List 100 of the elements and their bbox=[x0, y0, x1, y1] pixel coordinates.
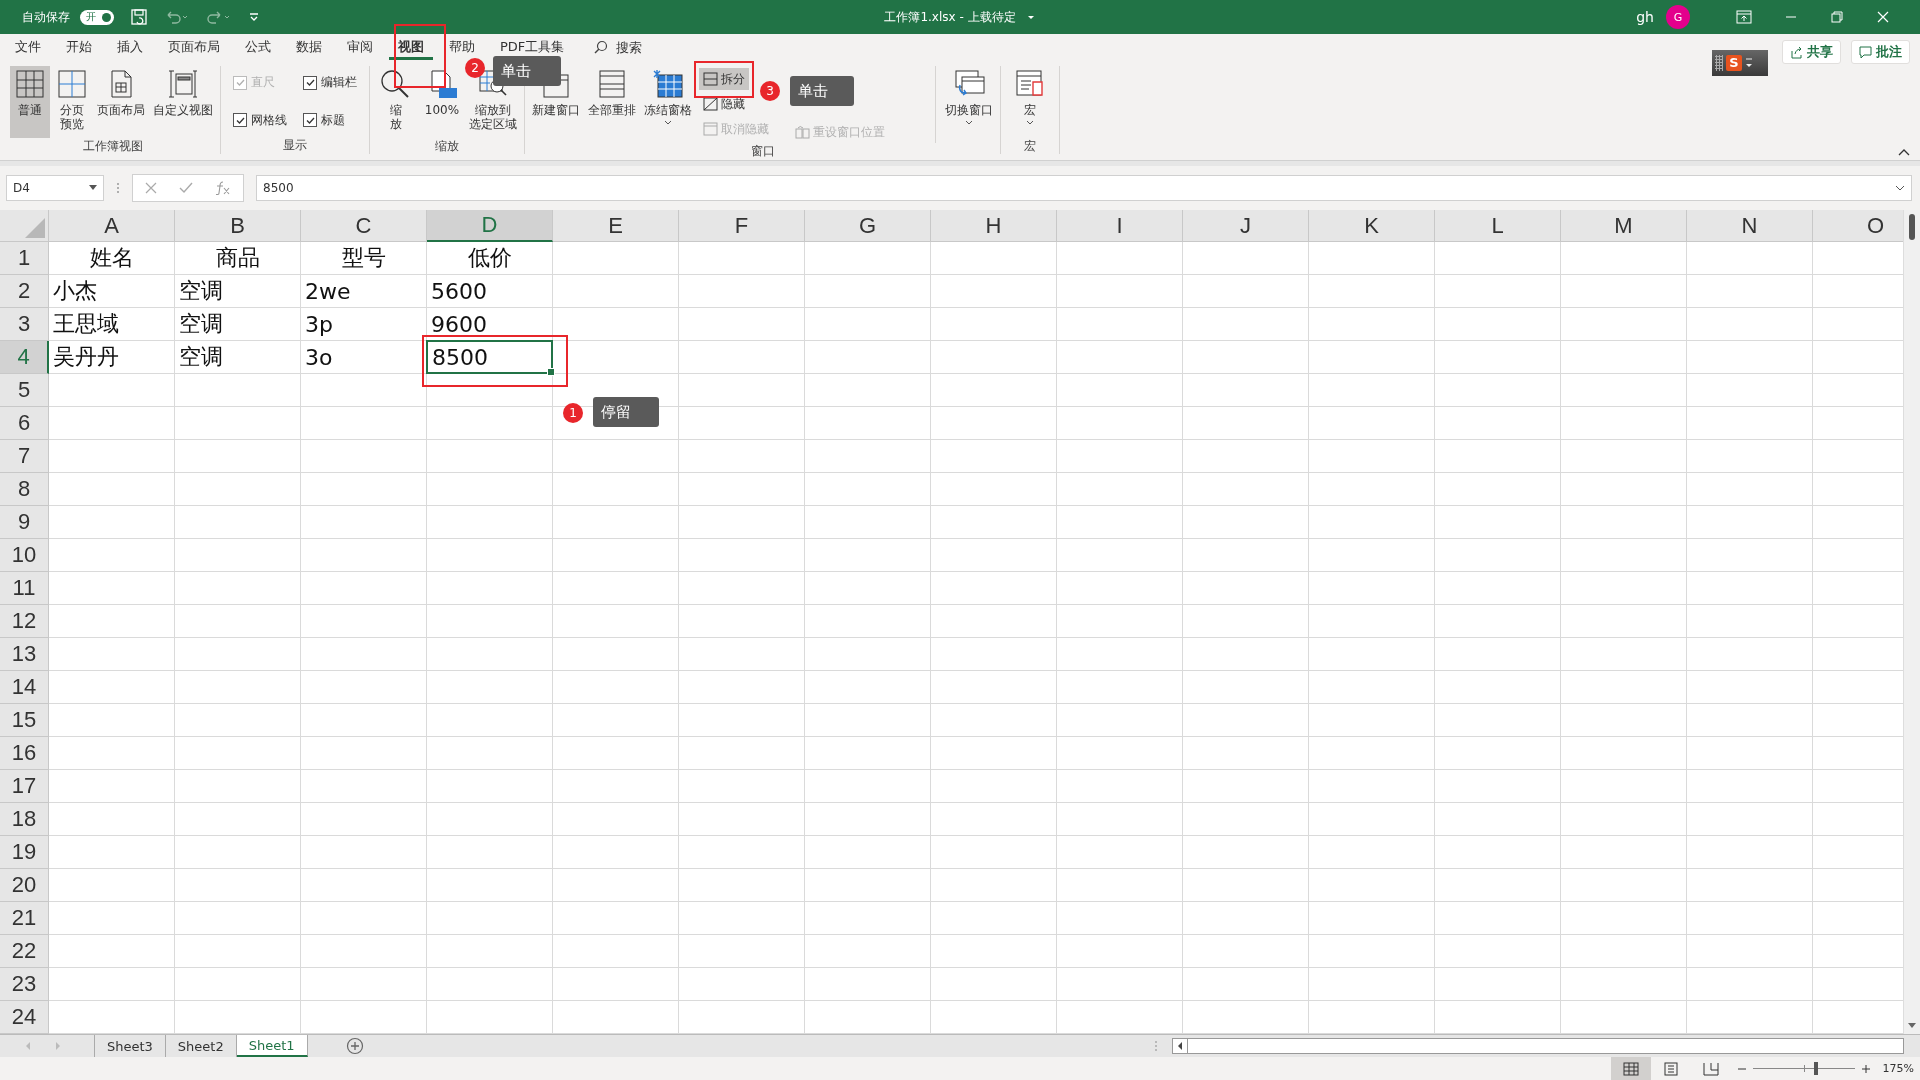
sheet-tab[interactable]: Sheet3 bbox=[95, 1035, 166, 1057]
row-header[interactable]: 4 bbox=[0, 341, 49, 374]
column-header[interactable]: J bbox=[1183, 210, 1309, 242]
checkbox[interactable]: 网格线 bbox=[233, 111, 287, 129]
column-header[interactable]: I bbox=[1057, 210, 1183, 242]
enter-icon[interactable] bbox=[179, 182, 193, 194]
dropdown-icon[interactable] bbox=[89, 185, 97, 191]
close-icon[interactable] bbox=[1876, 10, 1890, 24]
scroll-left-icon[interactable] bbox=[1176, 1041, 1184, 1051]
row-header[interactable]: 20 bbox=[0, 869, 49, 902]
macros-button[interactable]: 宏 bbox=[1005, 66, 1055, 138]
view-button[interactable]: 自定义视图 bbox=[150, 66, 216, 138]
group-label: 窗口 bbox=[750, 143, 775, 160]
menu-tab[interactable]: 页面布局 bbox=[159, 34, 229, 60]
horizontal-scrollbar[interactable] bbox=[1172, 1038, 1904, 1054]
menu-tab[interactable]: 插入 bbox=[108, 34, 152, 60]
view-mode-button[interactable] bbox=[1610, 1057, 1651, 1080]
column-header[interactable]: G bbox=[805, 210, 931, 242]
zoom-in-icon[interactable] bbox=[1860, 1063, 1871, 1074]
sheet-tab[interactable]: Sheet1 bbox=[236, 1035, 308, 1057]
comments-button[interactable]: 批注 bbox=[1851, 40, 1910, 64]
column-header[interactable]: O bbox=[1813, 210, 1903, 242]
insert-function-icon[interactable] bbox=[215, 181, 231, 195]
row-header[interactable]: 18 bbox=[0, 803, 49, 836]
zoom-button[interactable]: 缩 放 bbox=[374, 66, 418, 138]
column-header[interactable]: C bbox=[301, 210, 427, 242]
checkbox[interactable]: 标题 bbox=[303, 111, 357, 129]
row-header[interactable]: 10 bbox=[0, 539, 49, 572]
menu-tab[interactable]: 审阅 bbox=[338, 34, 382, 60]
row-header[interactable]: 7 bbox=[0, 440, 49, 473]
menu-tab[interactable]: 公式 bbox=[236, 34, 280, 60]
row-header[interactable]: 6 bbox=[0, 407, 49, 440]
row-header[interactable]: 13 bbox=[0, 638, 49, 671]
save-icon[interactable] bbox=[130, 8, 148, 26]
menu-tab[interactable]: 开始 bbox=[57, 34, 101, 60]
column-header[interactable]: N bbox=[1687, 210, 1813, 242]
row-header[interactable]: 24 bbox=[0, 1001, 49, 1034]
switch-window-button[interactable]: 切换窗口 bbox=[942, 66, 996, 138]
sheet-tab[interactable]: Sheet2 bbox=[165, 1035, 237, 1057]
restore-icon[interactable] bbox=[1830, 10, 1844, 24]
row-header[interactable]: 14 bbox=[0, 671, 49, 704]
column-header[interactable]: F bbox=[679, 210, 805, 242]
column-header[interactable]: E bbox=[553, 210, 679, 242]
view-button[interactable]: 分页 预览 bbox=[52, 66, 92, 138]
row-header[interactable]: 11 bbox=[0, 572, 49, 605]
row-header[interactable]: 19 bbox=[0, 836, 49, 869]
expand-icon[interactable] bbox=[1895, 184, 1905, 192]
search-label[interactable]: 搜索 bbox=[616, 39, 643, 57]
row-header[interactable]: 5 bbox=[0, 374, 49, 407]
search-icon[interactable] bbox=[594, 40, 609, 54]
zoom-level[interactable]: 175% bbox=[1882, 1062, 1914, 1075]
split-handle-icon[interactable] bbox=[1154, 1039, 1158, 1053]
checkbox[interactable]: 编辑栏 bbox=[303, 74, 357, 91]
menu-tab[interactable]: 文件 bbox=[6, 34, 50, 60]
ime-toolbar[interactable]: S bbox=[1712, 50, 1768, 76]
share-button[interactable]: 共享 bbox=[1782, 40, 1841, 64]
view-button[interactable]: 页面布局 bbox=[94, 66, 148, 138]
column-header[interactable]: K bbox=[1309, 210, 1435, 242]
scroll-down-icon[interactable] bbox=[1907, 1022, 1917, 1030]
row-header[interactable]: 23 bbox=[0, 968, 49, 1001]
autosave-toggle[interactable]: 开 bbox=[80, 9, 114, 25]
customize-icon[interactable] bbox=[248, 11, 260, 23]
row-header[interactable]: 1 bbox=[0, 242, 49, 275]
column-header[interactable]: H bbox=[931, 210, 1057, 242]
collapse-ribbon-icon[interactable] bbox=[1898, 148, 1910, 156]
column-header[interactable]: B bbox=[175, 210, 301, 242]
row-header[interactable]: 17 bbox=[0, 770, 49, 803]
view-button[interactable]: 普通 bbox=[10, 66, 50, 138]
column-header[interactable]: D bbox=[427, 210, 553, 242]
row-header[interactable]: 16 bbox=[0, 737, 49, 770]
user-avatar[interactable]: G bbox=[1666, 5, 1690, 29]
window-option[interactable]: 隐藏 bbox=[699, 93, 749, 115]
row-header[interactable]: 3 bbox=[0, 308, 49, 341]
row-header[interactable]: 8 bbox=[0, 473, 49, 506]
menu-tab[interactable]: 数据 bbox=[287, 34, 331, 60]
vertical-scrollbar[interactable] bbox=[1903, 210, 1920, 1034]
table-cell: 8500 bbox=[426, 340, 553, 374]
row-header[interactable]: 21 bbox=[0, 902, 49, 935]
column-header[interactable]: L bbox=[1435, 210, 1561, 242]
row-header[interactable]: 9 bbox=[0, 506, 49, 539]
column-header[interactable]: A bbox=[49, 210, 175, 242]
ribbon-display-icon[interactable] bbox=[1736, 10, 1752, 24]
row-header[interactable]: 15 bbox=[0, 704, 49, 737]
scroll-thumb[interactable] bbox=[1909, 214, 1915, 240]
menu-icon[interactable] bbox=[1745, 56, 1753, 70]
window-button[interactable]: 全部重排 bbox=[585, 66, 639, 138]
window-button[interactable]: 冻结窗格 bbox=[641, 66, 695, 138]
window-option[interactable]: 拆分 bbox=[699, 68, 749, 90]
add-sheet-icon[interactable] bbox=[345, 1037, 364, 1055]
name-box[interactable]: D4 bbox=[6, 175, 104, 201]
formula-field[interactable]: 8500 bbox=[256, 175, 1912, 201]
cancel-icon[interactable] bbox=[145, 182, 157, 194]
drag-handle-icon[interactable] bbox=[116, 181, 120, 195]
row-header[interactable]: 12 bbox=[0, 605, 49, 638]
row-header[interactable]: 2 bbox=[0, 275, 49, 308]
zoom-button[interactable]: 100% bbox=[420, 66, 464, 138]
menu-tab[interactable]: 视图 bbox=[389, 34, 433, 60]
column-header[interactable]: M bbox=[1561, 210, 1687, 242]
row-header[interactable]: 22 bbox=[0, 935, 49, 968]
redo-icon[interactable] bbox=[206, 9, 232, 25]
